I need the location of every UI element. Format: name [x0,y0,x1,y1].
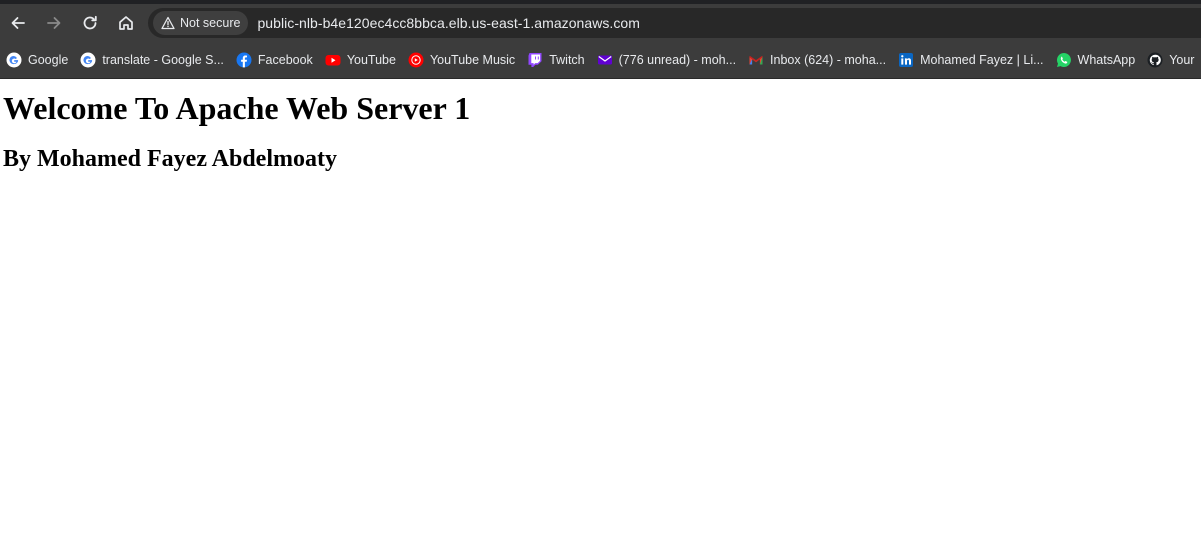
page-subheading: By Mohamed Fayez Abdelmoaty [3,146,337,172]
bookmark-gmail[interactable]: Inbox (624) - moha... [742,46,892,74]
bookmark-whatsapp[interactable]: WhatsApp [1050,46,1142,74]
bookmark-google[interactable]: Google [0,46,74,74]
github-icon [1147,52,1163,68]
bookmark-label: Facebook [257,53,313,67]
gmail-icon [748,52,764,68]
reload-icon [83,15,97,30]
back-button[interactable] [0,5,36,41]
bookmark-github[interactable]: Your [1141,46,1200,74]
linkedin-icon [898,52,914,68]
bookmark-label: translate - Google S... [102,53,224,67]
arrow-right-icon [47,17,61,29]
bookmark-yahoo-mail[interactable]: (776 unread) - moh... [591,46,742,74]
twitch-icon [527,52,543,68]
bookmark-label: Twitch [549,53,585,67]
forward-button[interactable] [36,5,72,41]
bookmark-linkedin[interactable]: Mohamed Fayez | Li... [892,46,1049,74]
bookmark-label: YouTube [346,53,396,67]
bookmark-translate[interactable]: translate - Google S... [74,46,230,74]
bookmark-youtube-music[interactable]: YouTube Music [402,46,521,74]
youtube-music-icon [408,52,424,68]
bookmark-twitch[interactable]: Twitch [521,46,590,74]
bookmark-label: Your [1169,53,1195,67]
bookmark-label: YouTube Music [429,53,516,67]
bookmark-label: WhatsApp [1077,53,1136,67]
page-heading: Welcome To Apache Web Server 1 [3,90,471,126]
bookmarks-bar: Google translate - Google S... Facebook … [0,42,1201,79]
bookmark-label: (776 unread) - moh... [618,53,737,67]
home-icon [119,16,133,30]
bookmark-youtube[interactable]: YouTube [319,46,402,74]
home-button[interactable] [108,5,144,41]
bookmark-label: Google [28,53,69,67]
url-text[interactable]: public-nlb-b4e120ec4cc8bbca.elb.us-east-… [257,15,640,31]
arrow-left-icon [11,17,25,29]
youtube-icon [325,52,341,68]
google-icon [80,52,96,68]
bookmark-facebook[interactable]: Facebook [230,46,319,74]
security-indicator[interactable]: Not secure [153,11,249,35]
bookmark-label: Inbox (624) - moha... [770,53,887,67]
address-bar[interactable]: Not secure public-nlb-b4e120ec4cc8bbca.e… [148,8,1201,38]
warning-triangle-icon [161,16,175,30]
google-icon [6,52,22,68]
page-content: Welcome To Apache Web Server 1 By Mohame… [0,80,1201,537]
bookmark-label: Mohamed Fayez | Li... [920,53,1044,67]
security-label: Not secure [180,16,241,30]
whatsapp-icon [1056,52,1072,68]
browser-toolbar: Not secure public-nlb-b4e120ec4cc8bbca.e… [0,0,1201,42]
yahoo-mail-icon [597,52,613,68]
facebook-icon [236,52,252,68]
reload-button[interactable] [72,5,108,41]
